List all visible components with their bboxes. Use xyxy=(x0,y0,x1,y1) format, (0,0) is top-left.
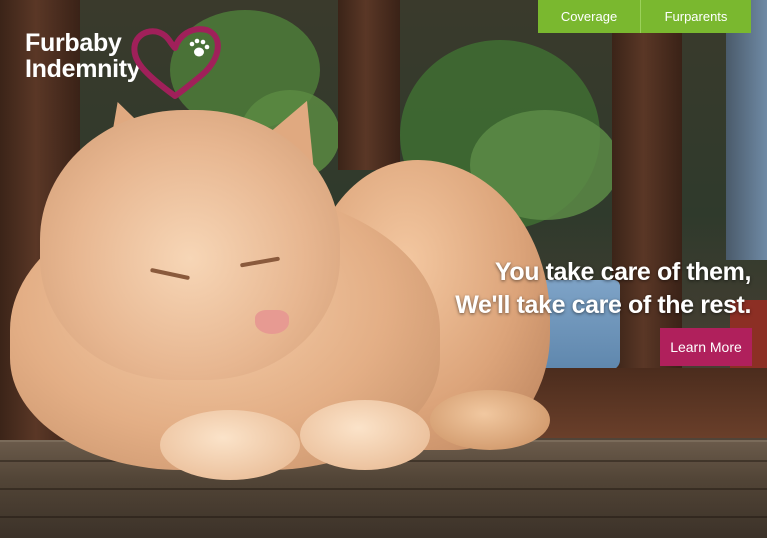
wood-grain xyxy=(0,488,767,490)
heart-icon xyxy=(131,26,221,99)
hero-tagline: You take care of them, We'll take care o… xyxy=(455,256,751,322)
logo-line-1: Furbaby xyxy=(25,29,122,57)
tagline-line-2: We'll take care of the rest. xyxy=(455,291,751,319)
paw-icon xyxy=(189,38,210,57)
cat-paw xyxy=(300,400,430,470)
logo-text: Furbaby Indemnity xyxy=(25,29,141,83)
nav-coverage-button[interactable]: Coverage xyxy=(538,0,641,33)
logo-line-2: Indemnity xyxy=(25,55,141,83)
cat-nose xyxy=(255,310,289,334)
learn-more-button[interactable]: Learn More xyxy=(660,328,752,366)
nav-furparents-button[interactable]: Furparents xyxy=(641,0,751,33)
window-frame xyxy=(726,0,767,260)
wood-grain xyxy=(0,516,767,518)
top-nav: Coverage Furparents xyxy=(538,0,751,33)
tagline-line-1: You take care of them, xyxy=(494,258,751,286)
brand-logo[interactable]: Furbaby Indemnity xyxy=(25,26,225,110)
wood-post xyxy=(338,0,400,170)
cat-tail xyxy=(430,390,550,450)
landing-page: Furbaby Indemnity Coverage Furparents Yo… xyxy=(0,0,767,538)
cat-head xyxy=(40,110,340,380)
cat-paw xyxy=(160,410,300,480)
